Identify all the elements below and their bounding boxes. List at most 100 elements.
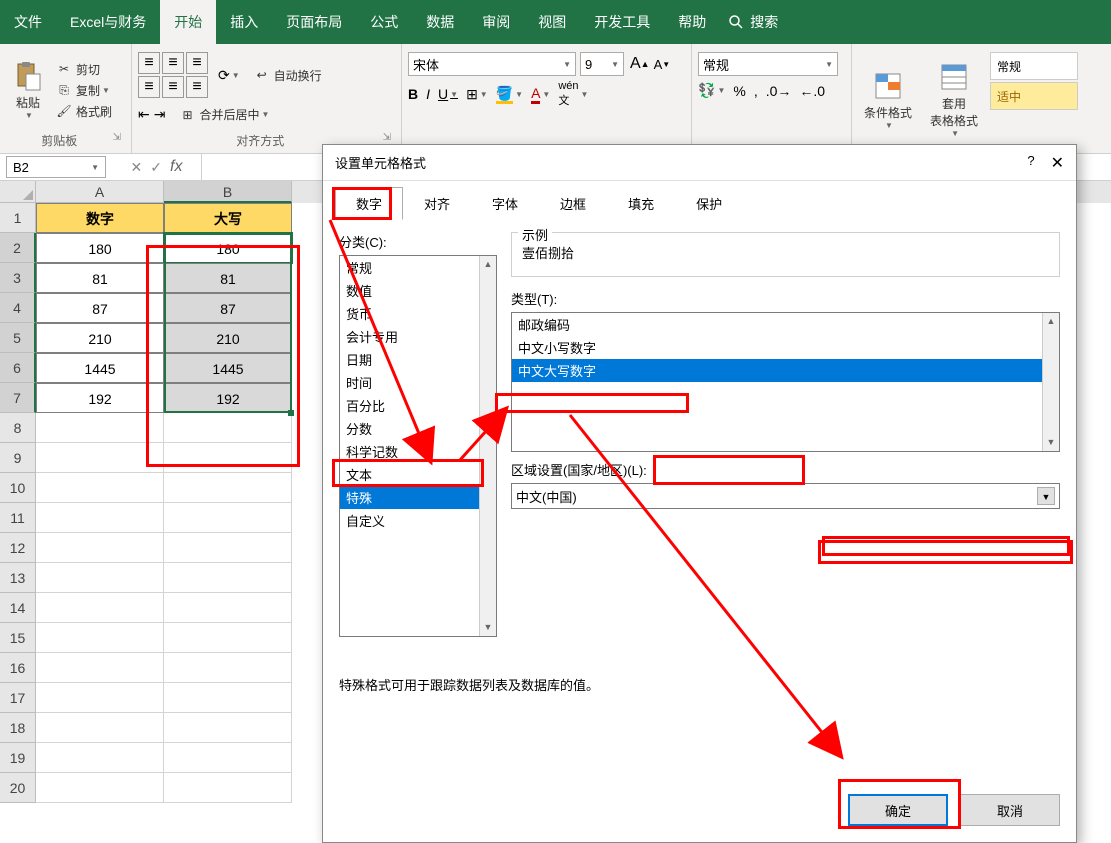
decrease-font-button[interactable]: A▼ — [654, 57, 671, 72]
font-name-combo[interactable]: 宋体▼ — [408, 52, 576, 76]
cell[interactable]: 81 — [164, 263, 292, 293]
col-header-b[interactable]: B — [164, 181, 292, 203]
cell[interactable] — [36, 413, 164, 443]
category-item[interactable]: 百分比 — [340, 394, 496, 417]
increase-indent-button[interactable]: ⇥ — [154, 106, 166, 123]
category-item[interactable]: 自定义 — [340, 509, 496, 532]
dialog-tab-填充[interactable]: 填充 — [607, 187, 675, 220]
select-all-corner[interactable] — [0, 181, 36, 203]
tab-文件[interactable]: 文件 — [0, 0, 56, 44]
scroll-down-button[interactable]: ▼ — [1043, 434, 1059, 451]
category-item[interactable]: 数值 — [340, 279, 496, 302]
row-header[interactable]: 2 — [0, 233, 36, 263]
percent-button[interactable]: % — [733, 83, 745, 99]
increase-font-button[interactable]: A▲ — [630, 55, 650, 73]
fx-icon[interactable]: fx — [170, 158, 182, 176]
format-painter-button[interactable]: 🖌格式刷 — [52, 101, 116, 122]
align-top-center[interactable]: ≡ — [162, 52, 184, 74]
row-header[interactable]: 9 — [0, 443, 36, 473]
category-item[interactable]: 货币 — [340, 302, 496, 325]
cancel-formula-button[interactable]: ✕ — [131, 159, 143, 176]
cell[interactable]: 192 — [36, 383, 164, 413]
type-item[interactable]: 中文大写数字 — [512, 359, 1059, 382]
row-header[interactable]: 1 — [0, 203, 36, 233]
align-top-left[interactable]: ≡ — [138, 52, 160, 74]
row-header[interactable]: 11 — [0, 503, 36, 533]
type-item[interactable]: 邮政编码 — [512, 313, 1059, 336]
cell[interactable] — [164, 653, 292, 683]
bold-button[interactable]: B — [408, 86, 418, 102]
cell[interactable] — [164, 773, 292, 803]
cell[interactable] — [36, 563, 164, 593]
table-format-button[interactable]: 套用 表格格式▼ — [924, 48, 984, 151]
font-color-button[interactable]: A▼ — [531, 85, 550, 104]
cell[interactable] — [36, 683, 164, 713]
ok-button[interactable]: 确定 — [848, 794, 948, 826]
font-size-combo[interactable]: 9▼ — [580, 52, 624, 76]
align-bottom-left[interactable]: ≡ — [138, 76, 160, 98]
tab-Excel与财务[interactable]: Excel与财务 — [56, 0, 160, 44]
dialog-tab-字体[interactable]: 字体 — [471, 187, 539, 220]
row-header[interactable]: 20 — [0, 773, 36, 803]
align-bottom-right[interactable]: ≡ — [186, 76, 208, 98]
category-item[interactable]: 分数 — [340, 417, 496, 440]
dialog-tab-保护[interactable]: 保护 — [675, 187, 743, 220]
row-header[interactable]: 16 — [0, 653, 36, 683]
cell[interactable]: 210 — [36, 323, 164, 353]
tab-页面布局[interactable]: 页面布局 — [272, 0, 356, 44]
row-header[interactable]: 15 — [0, 623, 36, 653]
scroll-up-button[interactable]: ▲ — [480, 256, 496, 273]
row-header[interactable]: 7 — [0, 383, 36, 413]
row-header[interactable]: 4 — [0, 293, 36, 323]
row-header[interactable]: 13 — [0, 563, 36, 593]
cell[interactable]: 87 — [36, 293, 164, 323]
cell[interactable] — [36, 773, 164, 803]
orientation-button[interactable]: ⟳▼ — [218, 67, 240, 84]
cell[interactable]: 180 — [36, 233, 164, 263]
tab-开发工具[interactable]: 开发工具 — [580, 0, 664, 44]
tab-视图[interactable]: 视图 — [524, 0, 580, 44]
align-bottom-center[interactable]: ≡ — [162, 76, 184, 98]
locale-combo[interactable]: 中文(中国) ▼ — [511, 483, 1060, 509]
fill-handle[interactable] — [288, 410, 294, 416]
cell[interactable]: 数字 — [36, 203, 164, 233]
cell[interactable] — [36, 473, 164, 503]
cell[interactable] — [36, 503, 164, 533]
tab-审阅[interactable]: 审阅 — [468, 0, 524, 44]
italic-button[interactable]: I — [426, 86, 430, 102]
type-item[interactable]: 中文小写数字 — [512, 336, 1059, 359]
category-item[interactable]: 常规 — [340, 256, 496, 279]
cell[interactable] — [164, 623, 292, 653]
cell-style-neutral[interactable]: 适中 — [990, 82, 1078, 110]
enter-formula-button[interactable]: ✓ — [150, 159, 162, 176]
comma-button[interactable]: , — [754, 83, 758, 99]
search-box[interactable]: 搜索 — [728, 12, 778, 32]
cell[interactable] — [164, 473, 292, 503]
tab-帮助[interactable]: 帮助 — [664, 0, 720, 44]
phonetic-button[interactable]: wén文▼ — [558, 80, 588, 108]
category-list[interactable]: 常规数值货币会计专用日期时间百分比分数科学记数文本特殊自定义 ▲ ▼ — [339, 255, 497, 637]
scroll-down-button[interactable]: ▼ — [480, 619, 496, 636]
cell[interactable]: 210 — [164, 323, 292, 353]
wrap-text-button[interactable]: ↩自动换行 — [250, 65, 326, 86]
cell[interactable] — [164, 503, 292, 533]
cell[interactable]: 192 — [164, 383, 292, 413]
category-item[interactable]: 会计专用 — [340, 325, 496, 348]
cell[interactable] — [164, 413, 292, 443]
row-header[interactable]: 6 — [0, 353, 36, 383]
cell-style-normal[interactable]: 常规 — [990, 52, 1078, 80]
conditional-format-button[interactable]: 条件格式▼ — [858, 48, 918, 151]
tab-公式[interactable]: 公式 — [356, 0, 412, 44]
type-list[interactable]: 邮政编码中文小写数字中文大写数字 ▲ ▼ — [511, 312, 1060, 452]
col-header-a[interactable]: A — [36, 181, 164, 203]
decrease-decimal-button[interactable]: ←.0 — [799, 83, 825, 99]
category-item[interactable]: 科学记数 — [340, 440, 496, 463]
row-header[interactable]: 12 — [0, 533, 36, 563]
merge-center-button[interactable]: ⊞合并后居中▼ — [175, 104, 273, 125]
dialog-tab-对齐[interactable]: 对齐 — [403, 187, 471, 220]
cell[interactable] — [36, 593, 164, 623]
category-item[interactable]: 特殊 — [340, 486, 496, 509]
cell[interactable] — [36, 533, 164, 563]
cell[interactable]: 大写 — [164, 203, 292, 233]
cell[interactable]: 87 — [164, 293, 292, 323]
